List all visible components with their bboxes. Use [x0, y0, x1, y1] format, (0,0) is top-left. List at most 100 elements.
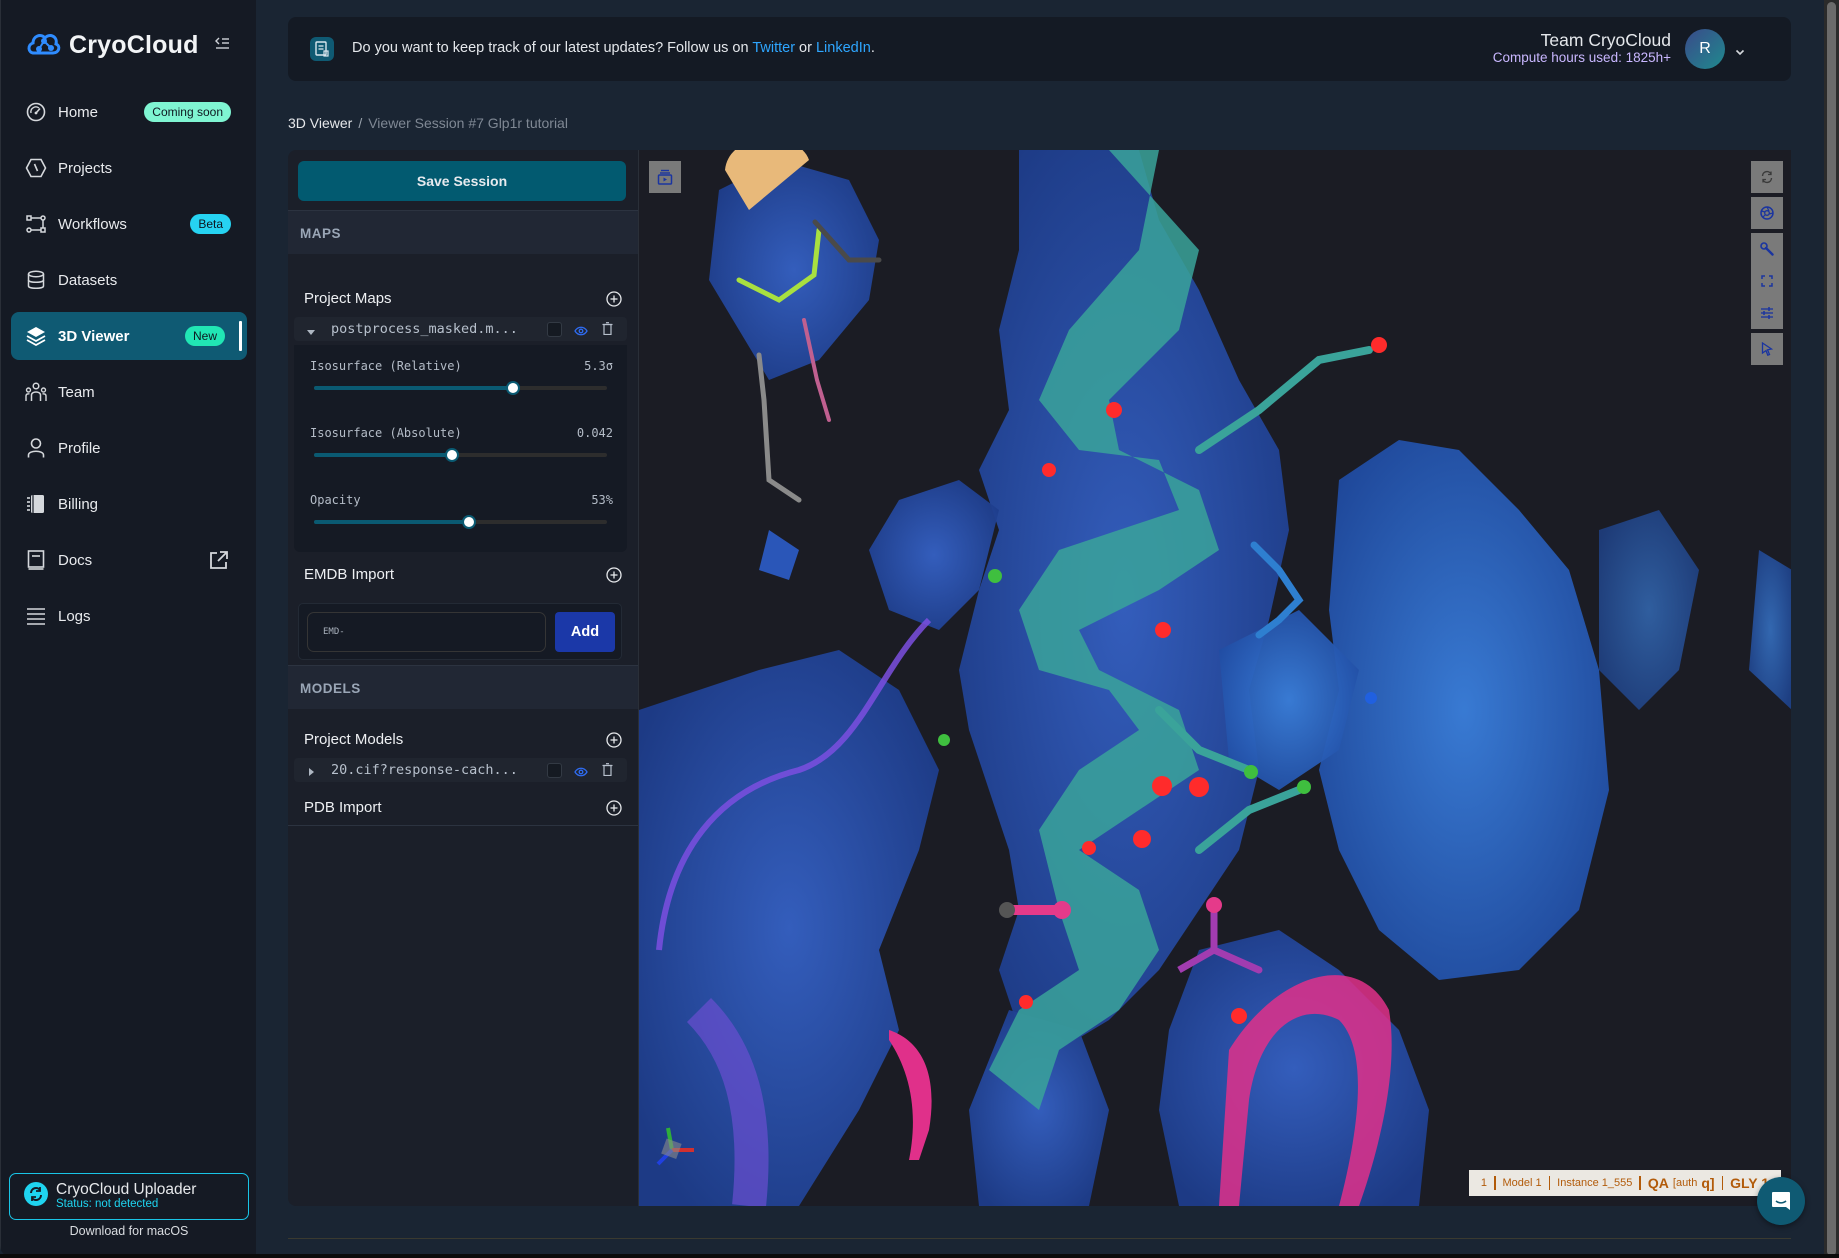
viewer-tools-group: [1751, 233, 1783, 329]
sidebar-item-profile[interactable]: Profile: [11, 424, 247, 472]
eye-icon[interactable]: [574, 323, 588, 341]
model-file-row[interactable]: 20.cif?response-cach...: [294, 758, 627, 782]
download-macos-link[interactable]: Download for macOS: [1, 1224, 257, 1238]
viewer-control-panel: Save Session MAPS Project Maps postproce…: [288, 150, 638, 1206]
workflow-icon: [25, 213, 47, 235]
model-file-name: 20.cif?response-cach...: [331, 762, 518, 778]
status-structure-index: 1: [1480, 1177, 1488, 1189]
uploader-status: Status: not detected: [56, 1198, 159, 1210]
avatar[interactable]: R: [1685, 29, 1725, 69]
slider-handle[interactable]: [462, 515, 477, 529]
slider-handle[interactable]: [444, 448, 459, 462]
chevron-down-icon[interactable]: [1735, 43, 1745, 61]
external-link-icon: [209, 550, 229, 575]
team-name: Team CryoCloud: [1540, 30, 1671, 50]
control-label: Opacity: [310, 493, 361, 507]
settings-button[interactable]: [1751, 297, 1783, 329]
collapse-sidebar-button[interactable]: [215, 36, 233, 54]
breadcrumb: 3D Viewer / Viewer Session #7 Glp1r tutori…: [288, 115, 568, 131]
reset-camera-button[interactable]: [1751, 161, 1783, 193]
add-model-icon[interactable]: [606, 732, 622, 748]
sidebar-item-label: Logs: [58, 607, 91, 625]
animation-icon: [657, 169, 673, 185]
add-emdb-icon[interactable]: [606, 567, 622, 583]
screenshot-button[interactable]: [1751, 197, 1783, 229]
pdb-import-title: PDB Import: [304, 799, 382, 816]
tools-button[interactable]: [1751, 233, 1783, 265]
compute-hours: Compute hours used: 1825h+: [1492, 50, 1671, 65]
cryocloud-logo-icon: [25, 28, 61, 63]
sidebar-item-billing[interactable]: Billing: [11, 480, 247, 528]
sidebar-item-label: Docs: [58, 551, 93, 569]
uploader-status-card[interactable]: CryoCloud Uploader Status: not detected: [9, 1173, 249, 1220]
isosurface-absolute-slider[interactable]: [314, 448, 607, 462]
coming-soon-badge: Coming soon: [144, 102, 231, 122]
eye-icon[interactable]: [574, 764, 588, 782]
sidebar-item-label: Profile: [58, 439, 101, 457]
refresh-icon: [1761, 170, 1773, 184]
sidebar-item-label: Workflows: [58, 215, 127, 233]
status-model: Model 1: [1502, 1177, 1542, 1189]
models-section-header: MODELS: [288, 665, 638, 709]
status-chain: QA: [1647, 1175, 1669, 1191]
breadcrumb-separator: /: [358, 115, 363, 131]
map-select-checkbox[interactable]: [547, 322, 562, 337]
sidebar-item-projects[interactable]: Projects: [11, 144, 247, 192]
sidebar-item-logs[interactable]: Logs: [11, 592, 247, 640]
caret-down-icon[interactable]: [306, 324, 316, 342]
scrollbar-thumb[interactable]: [1827, 2, 1836, 1256]
window-scrollbar[interactable]: [1824, 0, 1839, 1258]
sidebar-item-team[interactable]: Team: [11, 368, 247, 416]
logo[interactable]: CryoCloud: [25, 28, 199, 63]
project-maps-title: Project Maps: [304, 290, 392, 307]
breadcrumb-root[interactable]: 3D Viewer: [288, 115, 352, 131]
project-models-title: Project Models: [304, 731, 404, 748]
control-value: 5.3σ: [584, 359, 613, 373]
app-window: CryoCloud Home Coming soon Projects Work…: [0, 0, 1824, 1256]
sidebar-item-3d-viewer[interactable]: 3D Viewer New: [11, 312, 247, 360]
sidebar-item-home[interactable]: Home Coming soon: [11, 88, 247, 136]
maps-section-header: MAPS: [288, 210, 638, 254]
add-pdb-icon[interactable]: [606, 800, 622, 816]
gauge-icon: [25, 101, 47, 123]
opacity-slider[interactable]: [314, 515, 607, 529]
twitter-link[interactable]: Twitter: [752, 40, 795, 56]
linkedin-link[interactable]: LinkedIn: [816, 40, 871, 56]
model-select-checkbox[interactable]: [547, 763, 562, 778]
control-value: 53%: [591, 493, 613, 507]
map-file-row[interactable]: postprocess_masked.m...: [294, 317, 627, 341]
sidebar-item-docs[interactable]: Docs: [11, 536, 247, 584]
slider-fill: [314, 520, 470, 524]
trash-icon[interactable]: [602, 763, 613, 781]
selection-mode-button[interactable]: [1751, 333, 1783, 365]
book-icon: [25, 549, 47, 571]
sidebar-item-label: Team: [58, 383, 95, 401]
banner-period: .: [870, 40, 875, 56]
sync-icon: [24, 1182, 48, 1211]
logo-text: CryoCloud: [69, 31, 199, 59]
emdb-add-button[interactable]: Add: [555, 612, 615, 652]
trash-icon[interactable]: [602, 322, 613, 340]
animation-toggle-button[interactable]: [649, 161, 681, 193]
isosurface-relative-slider[interactable]: [314, 381, 607, 395]
sidebar-item-datasets[interactable]: Datasets: [11, 256, 247, 304]
sidebar-item-workflows[interactable]: Workflows Beta: [11, 200, 247, 248]
wrench-icon: [1760, 242, 1774, 256]
emdb-id-input[interactable]: [307, 612, 546, 652]
user-icon: [25, 437, 47, 459]
sidebar-nav: Home Coming soon Projects Workflows Beta…: [11, 88, 247, 648]
add-map-icon[interactable]: [606, 291, 622, 307]
window-bottom-edge: [0, 1254, 1839, 1258]
database-icon: [25, 269, 47, 291]
molecular-3d-canvas[interactable]: 1 Model 1 Instance 1_555 QA [auth q] GLY 1: [638, 150, 1791, 1206]
status-instance: Instance 1_555: [1557, 1177, 1633, 1189]
billing-icon: [25, 493, 47, 515]
slider-handle[interactable]: [506, 381, 521, 395]
save-session-button[interactable]: Save Session: [298, 161, 626, 201]
support-chat-button[interactable]: [1757, 1177, 1805, 1225]
team-icon: [25, 381, 47, 403]
caret-right-icon[interactable]: [308, 764, 316, 782]
banner-text: Do you want to keep track of our latest …: [352, 40, 875, 56]
fullscreen-button[interactable]: [1751, 265, 1783, 297]
sidebar-item-label: 3D Viewer: [58, 327, 130, 345]
